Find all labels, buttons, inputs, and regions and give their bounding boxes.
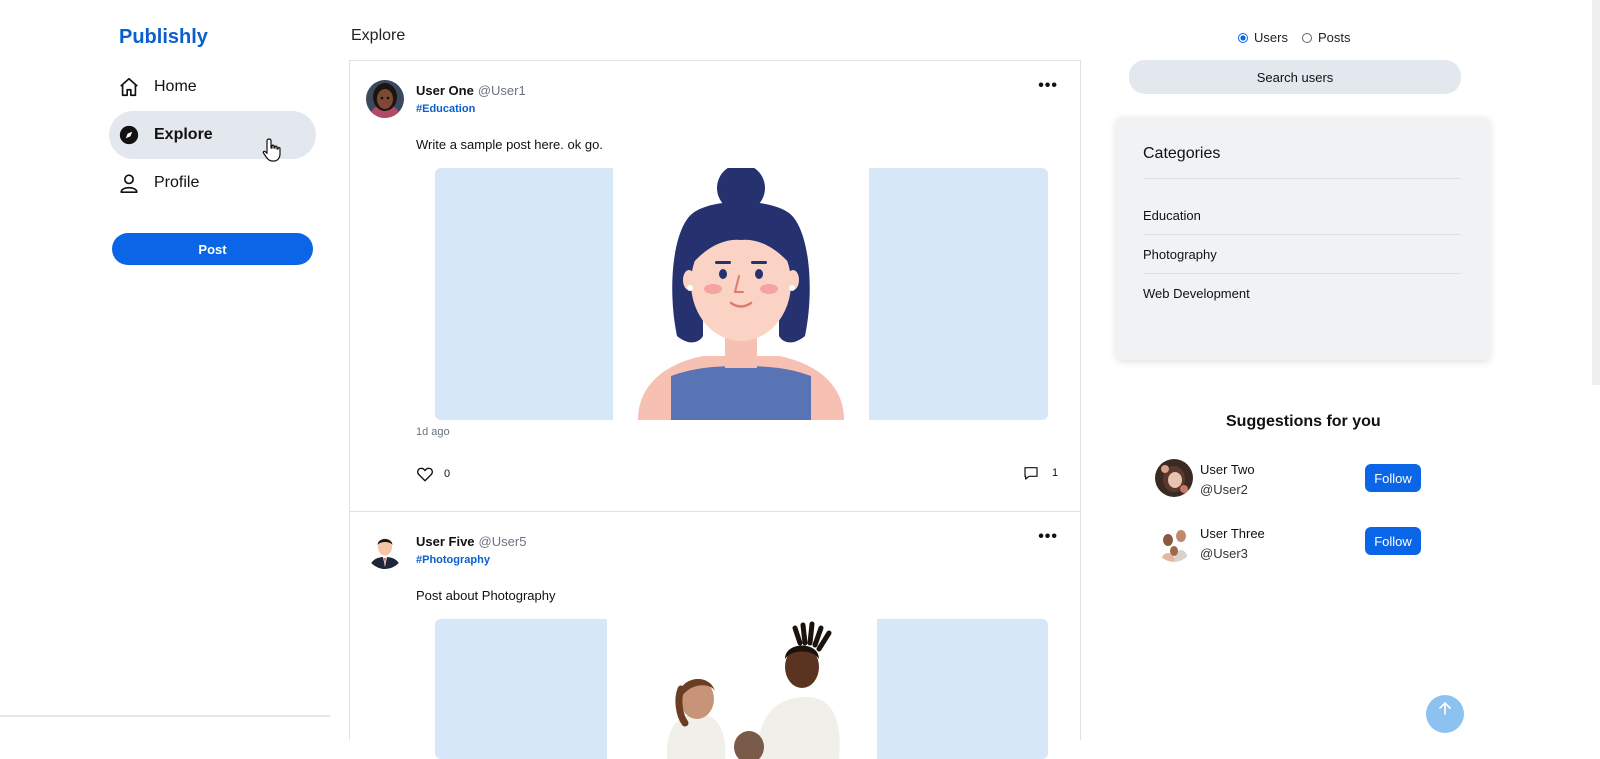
post-author-name: User Five — [416, 534, 475, 549]
post-author-handle: @User5 — [478, 534, 527, 549]
brand-logo[interactable]: Publishly — [119, 26, 208, 49]
nav-item-profile[interactable]: Profile — [109, 159, 316, 207]
post-card: User One @User1 #Education ••• Write a sa… — [350, 61, 1080, 511]
divider — [1143, 234, 1461, 235]
avatar[interactable] — [366, 80, 404, 118]
avatar[interactable] — [1155, 524, 1193, 562]
follow-button[interactable]: Follow — [1365, 527, 1421, 555]
feed-title: Explore — [351, 27, 406, 44]
more-options-icon[interactable]: ••• — [1038, 77, 1058, 95]
scroll-to-top-button[interactable] — [1426, 695, 1464, 733]
post-image[interactable] — [435, 619, 1048, 759]
more-options-icon[interactable]: ••• — [1038, 528, 1058, 546]
divider — [1143, 178, 1461, 179]
suggested-user-name[interactable]: User Two — [1200, 462, 1255, 477]
post-card: User Five @User5 #Photography ••• Post ab… — [350, 511, 1080, 759]
post-author[interactable]: User Five @User5 — [416, 534, 526, 549]
nav-item-explore[interactable]: Explore — [109, 111, 316, 159]
radio-users[interactable]: Users — [1238, 30, 1288, 45]
nav-item-home[interactable]: Home — [109, 63, 316, 111]
post-tag[interactable]: #Education — [416, 103, 475, 115]
radio-posts-dot — [1301, 32, 1312, 43]
divider — [1143, 273, 1461, 274]
comment-button[interactable]: 1 — [1023, 465, 1058, 481]
like-count: 0 — [444, 468, 451, 480]
categories-card: Categories Education Photography Web Dev… — [1116, 117, 1490, 360]
post-button[interactable]: Post — [112, 233, 313, 265]
post-author-handle: @User1 — [477, 83, 526, 98]
radio-posts[interactable]: Posts — [1301, 30, 1351, 45]
avatar[interactable] — [1155, 459, 1193, 497]
suggestions-title: Suggestions for you — [1226, 413, 1381, 430]
categories-title: Categories — [1143, 145, 1221, 162]
nav-label-profile: Profile — [154, 174, 200, 191]
arrow-up-icon — [1439, 701, 1451, 715]
post-text: Write a sample post here. ok go. — [416, 137, 603, 152]
avatar[interactable] — [366, 531, 404, 569]
post-text: Post about Photography — [416, 588, 556, 603]
search-input[interactable] — [1129, 60, 1461, 94]
category-item[interactable]: Education — [1143, 208, 1201, 223]
post-author[interactable]: User One @User1 — [416, 83, 526, 98]
user-icon — [118, 172, 140, 194]
nav-label-home: Home — [154, 78, 197, 95]
comment-count: 1 — [1052, 467, 1059, 479]
suggested-user-name[interactable]: User Three — [1200, 526, 1265, 541]
comment-icon — [1024, 467, 1038, 480]
category-item[interactable]: Photography — [1143, 247, 1217, 262]
post-image[interactable] — [435, 168, 1048, 420]
post-timestamp: 1d ago — [416, 426, 450, 438]
radio-users-dot — [1238, 32, 1248, 43]
post-tag[interactable]: #Photography — [416, 554, 490, 566]
woman-illustration — [638, 168, 844, 420]
suggested-user-handle: @User3 — [1200, 546, 1248, 561]
hand-cursor-icon — [262, 137, 284, 168]
suggested-user-handle: @User2 — [1200, 482, 1248, 497]
compass-icon — [118, 124, 140, 146]
feed-list: User One @User1 #Education ••• Write a sa… — [349, 60, 1081, 759]
like-button[interactable]: 0 — [416, 465, 450, 483]
heart-icon — [417, 467, 433, 482]
family-illustration — [666, 621, 840, 759]
scrollbar[interactable] — [1592, 0, 1600, 385]
home-icon — [118, 76, 140, 98]
radio-users-label: Users — [1254, 30, 1288, 45]
search-type-toggle: Users Posts — [1238, 30, 1350, 45]
radio-posts-label: Posts — [1317, 30, 1351, 45]
nav-label-explore: Explore — [154, 126, 213, 143]
follow-button[interactable]: Follow — [1365, 464, 1421, 492]
post-author-name: User One — [416, 83, 474, 98]
category-item[interactable]: Web Development — [1143, 286, 1250, 301]
